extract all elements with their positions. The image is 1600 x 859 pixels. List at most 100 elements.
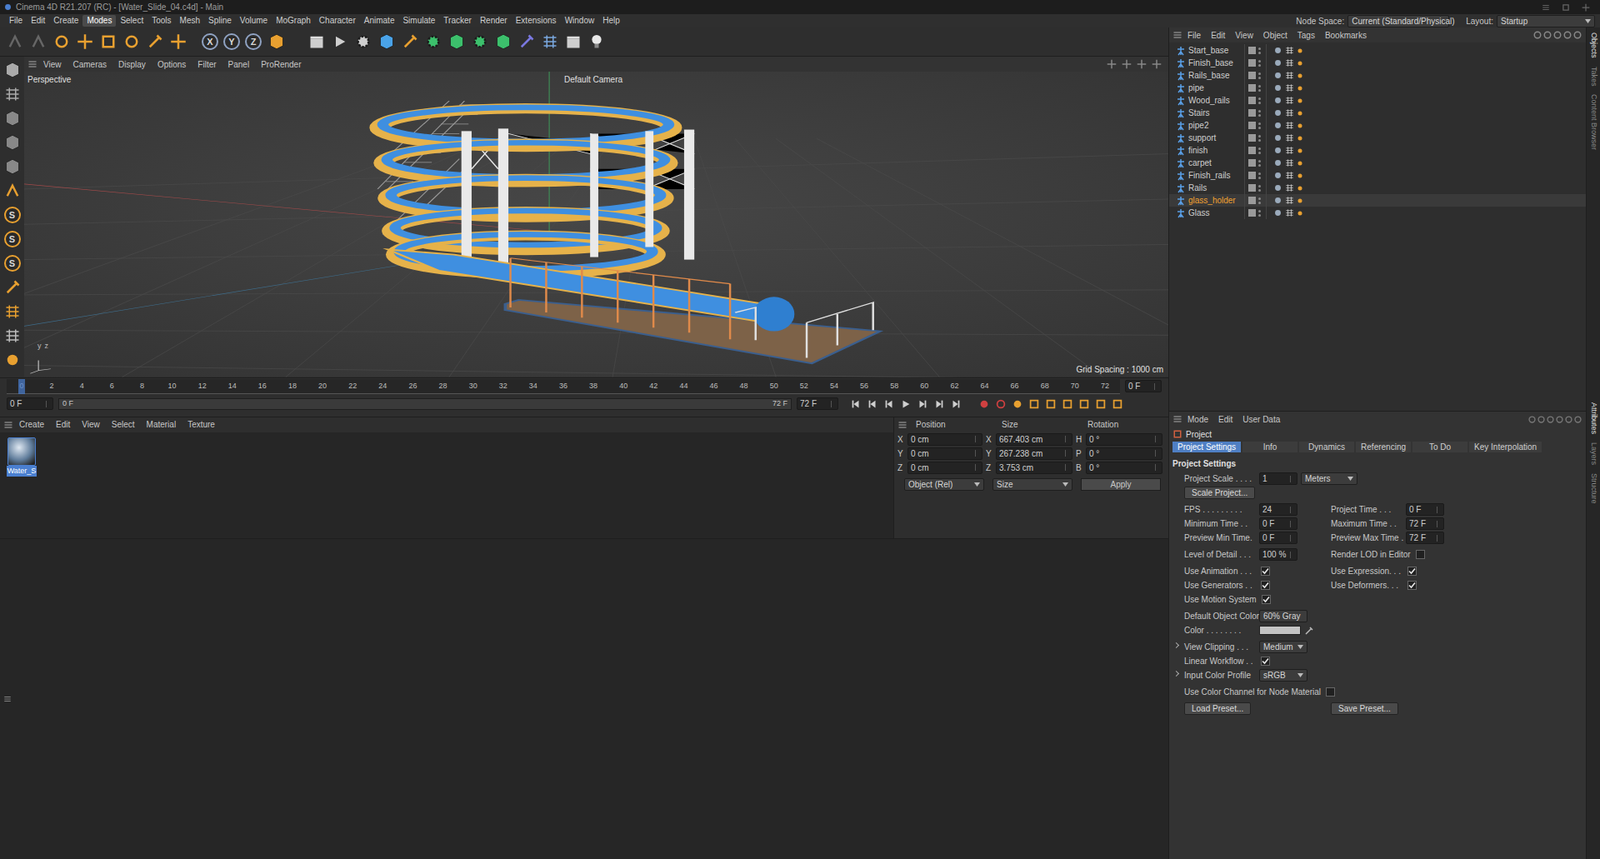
paint-icon[interactable] — [4, 351, 21, 369]
viewport-menu-item[interactable]: Filter — [191, 58, 222, 71]
size-field[interactable]: 667.403 cm — [995, 433, 1073, 446]
enabled-check[interactable] — [1248, 59, 1256, 67]
enabled-check[interactable] — [1248, 46, 1256, 55]
object-row[interactable]: Stairs — [1169, 106, 1586, 120]
material-menu-item[interactable]: View — [75, 418, 106, 431]
render-settings-icon[interactable] — [355, 33, 372, 50]
editor-visibility-dot[interactable] — [1258, 97, 1261, 100]
first-frame-icon[interactable] — [850, 398, 862, 410]
extrude-icon[interactable] — [448, 33, 465, 50]
phong-tag-icon[interactable] — [1296, 47, 1304, 55]
menu-item[interactable]: Character — [315, 15, 360, 27]
editor-visibility-dot[interactable] — [1258, 110, 1261, 113]
prev-frame-icon[interactable] — [883, 398, 895, 410]
material-tag-icon[interactable] — [1273, 83, 1283, 93]
editor-visibility-dot[interactable] — [1258, 172, 1261, 175]
checkbox[interactable] — [1407, 566, 1417, 576]
recent-tool-icon[interactable] — [146, 33, 164, 50]
enabled-check[interactable] — [1248, 171, 1256, 180]
render-visibility-dot[interactable] — [1258, 126, 1261, 130]
material-menu-item[interactable]: Select — [105, 418, 141, 431]
lock-icon[interactable] — [1564, 415, 1574, 425]
enabled-check[interactable] — [1248, 146, 1256, 155]
app-logo-icon[interactable] — [3, 2, 13, 12]
position-field[interactable]: 0 cm — [907, 461, 983, 475]
phong-tag-icon[interactable] — [1296, 147, 1304, 155]
minimize-icon[interactable] — [1541, 3, 1550, 12]
apply-button[interactable]: Apply — [1080, 478, 1161, 491]
attribute-field[interactable]: 0 F — [1405, 503, 1445, 516]
array-icon[interactable] — [495, 33, 512, 50]
menu-item[interactable]: Edit — [26, 15, 50, 27]
rotation-field[interactable]: 0 ° — [1085, 447, 1163, 460]
render-visibility-dot[interactable] — [1258, 139, 1261, 142]
checkbox[interactable] — [1407, 580, 1417, 590]
home-icon[interactable] — [1542, 30, 1553, 40]
axis-lock-button[interactable]: X — [201, 33, 219, 50]
phong-tag-icon[interactable] — [1296, 135, 1304, 142]
key-rot-icon[interactable] — [1061, 398, 1074, 410]
material-tag-icon[interactable] — [1273, 95, 1283, 105]
attribute-menu-item[interactable]: Mode — [1182, 413, 1214, 426]
material-tag-icon[interactable] — [1273, 108, 1283, 118]
side-tab[interactable]: Structure — [1587, 473, 1600, 505]
render-visibility-dot[interactable] — [1258, 151, 1261, 155]
editor-visibility-dot[interactable] — [1258, 72, 1261, 75]
object-row[interactable]: support — [1169, 131, 1586, 145]
new-icon[interactable] — [1573, 415, 1583, 425]
object-menu-item[interactable]: Edit — [1205, 29, 1230, 42]
attribute-button[interactable]: Scale Project... — [1184, 486, 1255, 500]
checkbox[interactable] — [1260, 656, 1270, 666]
menu-item[interactable]: Spline — [204, 15, 236, 27]
menu-item[interactable]: File — [5, 15, 27, 27]
attribute-field[interactable]: 0 F — [1259, 517, 1298, 530]
project-icon[interactable] — [1172, 429, 1183, 440]
menu-icon[interactable] — [3, 420, 14, 430]
enabled-check[interactable] — [1248, 159, 1256, 167]
attribute-field[interactable]: 72 F — [1405, 531, 1445, 545]
key-pla-icon[interactable] — [1095, 398, 1107, 410]
light-icon[interactable] — [588, 33, 605, 50]
attribute-button[interactable]: Load Preset... — [1184, 702, 1251, 715]
menu-item[interactable]: Help — [598, 15, 625, 27]
last-frame-icon[interactable] — [950, 398, 962, 410]
render-visibility-dot[interactable] — [1258, 76, 1261, 80]
coordinate-mode-dropdown[interactable]: Object (Rel) — [904, 478, 985, 491]
phong-tag-icon[interactable] — [1296, 185, 1304, 192]
texture-tag-icon[interactable] — [1285, 183, 1295, 193]
start-frame-field[interactable]: 0 F — [6, 397, 54, 410]
editor-visibility-dot[interactable] — [1258, 135, 1261, 138]
material-tag-icon[interactable] — [1273, 195, 1283, 205]
render-visibility-dot[interactable] — [1258, 101, 1261, 105]
key-scale-icon[interactable] — [1045, 398, 1057, 410]
camera-label[interactable]: Default Camera — [564, 73, 623, 86]
render-icon[interactable] — [331, 33, 349, 50]
menu-item[interactable]: Volume — [235, 15, 272, 27]
position-field[interactable]: 0 cm — [907, 447, 983, 460]
texture-tag-icon[interactable] — [1285, 58, 1295, 68]
texture-tag-icon[interactable] — [1285, 83, 1295, 93]
phong-tag-icon[interactable] — [1296, 172, 1304, 180]
menu-item[interactable]: Modes — [82, 15, 116, 27]
menu-item[interactable]: Simulate — [398, 15, 440, 27]
attribute-field[interactable]: 24 — [1259, 503, 1298, 516]
attribute-tab[interactable]: Key Interpolation — [1469, 441, 1542, 453]
pen-icon[interactable] — [401, 33, 419, 50]
attribute-dropdown[interactable]: 60% Gray — [1259, 610, 1308, 623]
texture-tag-icon[interactable] — [1285, 133, 1295, 143]
material-tag-icon[interactable] — [1273, 45, 1283, 55]
move-icon[interactable] — [76, 33, 94, 50]
menu-item[interactable]: Tracker — [439, 15, 476, 27]
menu-item[interactable]: Tools — [147, 15, 175, 27]
checkbox[interactable] — [1260, 580, 1270, 590]
enabled-check[interactable] — [1248, 184, 1256, 192]
size-field[interactable]: 3.753 cm — [995, 461, 1073, 475]
attribute-tab[interactable]: Info — [1242, 441, 1298, 453]
enabled-check[interactable] — [1248, 109, 1256, 117]
menu-item[interactable]: Render — [475, 15, 512, 27]
material-tag-icon[interactable] — [1273, 208, 1283, 218]
attribute-dropdown[interactable]: Medium — [1259, 640, 1308, 654]
coordinate-system-icon[interactable] — [268, 33, 285, 50]
next-frame-icon[interactable] — [916, 398, 929, 410]
undo-icon[interactable] — [6, 33, 24, 50]
